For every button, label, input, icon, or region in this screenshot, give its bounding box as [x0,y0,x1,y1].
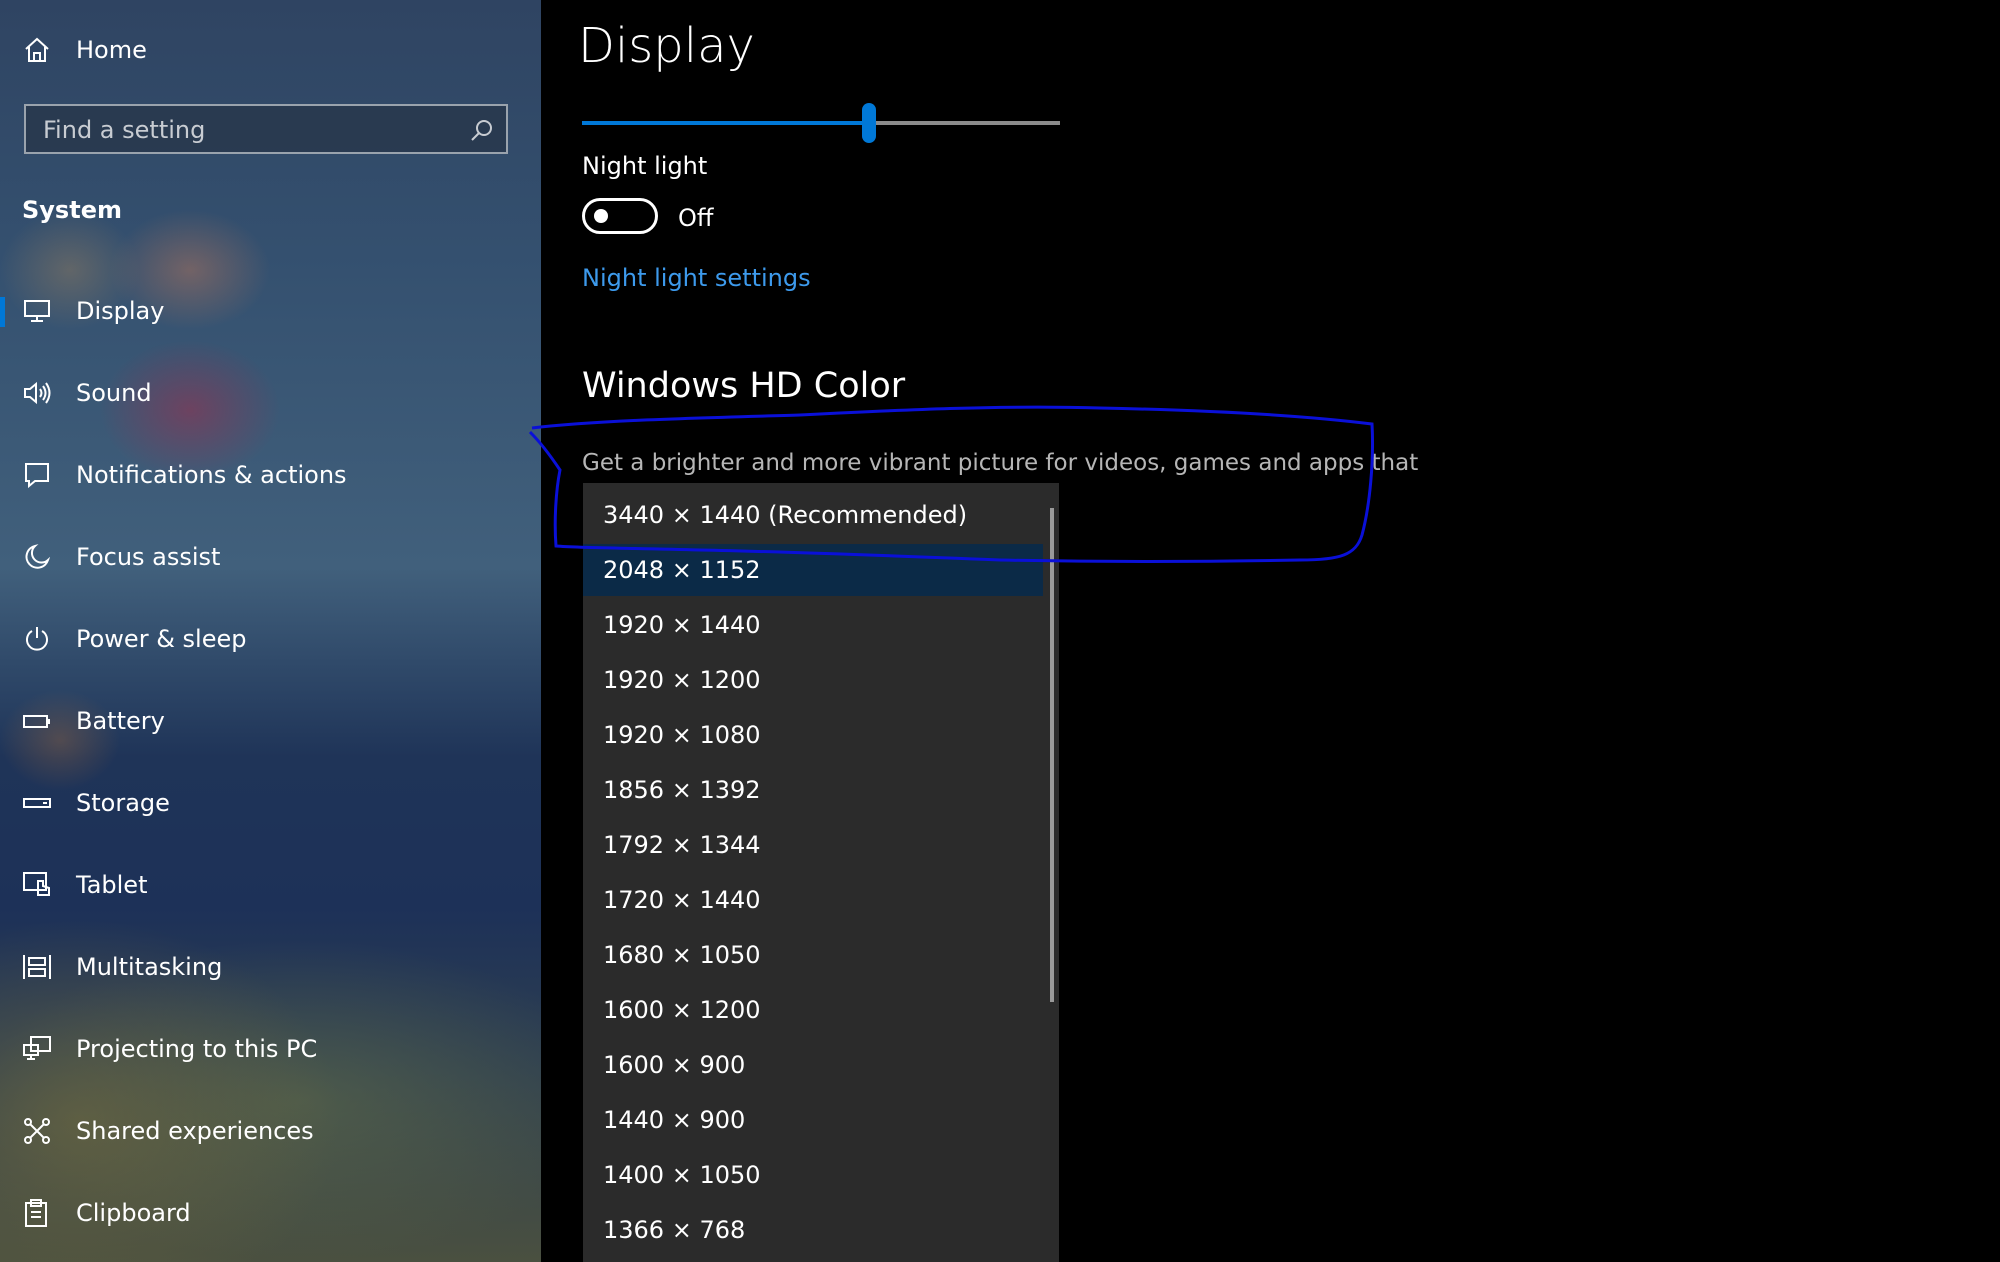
sidebar-item-power-sleep[interactable]: Power & sleep [0,607,541,671]
resolution-option[interactable]: 1400 × 1050 [583,1149,1043,1201]
sidebar-item-shared-experiences[interactable]: Shared experiences [0,1099,541,1163]
night-light-settings-link[interactable]: Night light settings [582,264,811,292]
sidebar-item-battery[interactable]: Battery [0,689,541,753]
home-icon [22,35,52,65]
sidebar-item-focus-assist[interactable]: Focus assist [0,525,541,589]
page-title: Display [578,18,755,74]
resolution-option[interactable]: 1600 × 1200 [583,984,1043,1036]
resolution-option-label: 1366 × 768 [603,1216,746,1244]
resolution-option-label: 1400 × 1050 [603,1161,761,1189]
search-box[interactable] [24,104,508,154]
sidebar-item-notifications[interactable]: Notifications & actions [0,443,541,507]
resolution-option[interactable]: 1366 × 768 [583,1204,1043,1256]
dropdown-scrollbar[interactable] [1050,508,1054,1002]
sidebar-item-label: Shared experiences [76,1117,314,1145]
sidebar-item-label: Tablet [76,871,148,899]
sidebar-item-label: Projecting to this PC [76,1035,318,1063]
brightness-slider[interactable] [582,103,1060,143]
sidebar-item-display[interactable]: Display [0,279,541,343]
night-light-state: Off [678,204,714,232]
sidebar-item-tablet[interactable]: Tablet [0,853,541,917]
resolution-option[interactable]: 1856 × 1392 [583,764,1043,816]
sidebar-item-label: Battery [76,707,165,735]
night-light-label: Night light [582,152,708,180]
home-nav-item[interactable]: Home [0,18,541,82]
brightness-slider-thumb[interactable] [861,103,876,143]
resolution-option-label: 1792 × 1344 [603,831,761,859]
resolution-option[interactable]: 1920 × 1440 [583,599,1043,651]
resolution-option-label: 1600 × 1200 [603,996,761,1024]
resolution-option[interactable]: 1440 × 900 [583,1094,1043,1146]
resolution-option[interactable]: 1920 × 1080 [583,709,1043,761]
sidebar-item-label: Multitasking [76,953,223,981]
projecting-icon [22,1034,52,1064]
sidebar-item-label: Sound [76,379,152,407]
monitor-icon [22,296,52,326]
moon-icon [22,542,52,572]
sidebar-item-storage[interactable]: Storage [0,771,541,835]
resolution-option-label: 1856 × 1392 [603,776,761,804]
tablet-icon [22,870,52,900]
resolution-option[interactable]: 1720 × 1440 [583,874,1043,926]
resolution-option-selected[interactable]: 2048 × 1152 [583,544,1043,596]
resolution-option[interactable]: 1920 × 1200 [583,654,1043,706]
resolution-option-label: 2048 × 1152 [603,556,761,584]
resolution-option-label: 1720 × 1440 [603,886,761,914]
sidebar-item-label: Focus assist [76,543,221,571]
hd-color-heading: Windows HD Color [582,366,906,406]
notification-icon [22,460,52,490]
resolution-option[interactable]: 1600 × 900 [583,1039,1043,1091]
resolution-option-label: 1600 × 900 [603,1051,746,1079]
section-title: System [22,196,122,224]
battery-icon [22,706,52,736]
speaker-icon [22,378,52,408]
sidebar-item-label: Notifications & actions [76,461,347,489]
resolution-option-label: 1680 × 1050 [603,941,761,969]
sidebar-item-label: Storage [76,789,170,817]
toggle-knob [594,209,608,223]
search-icon[interactable] [470,118,494,146]
sidebar-item-label: Clipboard [76,1199,191,1227]
resolution-dropdown-list[interactable]: 3440 × 1440 (Recommended) 2048 × 1152 19… [583,483,1059,1262]
resolution-option-label: 1440 × 900 [603,1106,746,1134]
hd-color-description: Get a brighter and more vibrant picture … [582,450,1419,476]
resolution-option[interactable]: 1680 × 1050 [583,929,1043,981]
sidebar-item-multitasking[interactable]: Multitasking [0,935,541,999]
night-light-toggle[interactable] [582,198,658,234]
multitasking-icon [22,952,52,982]
resolution-option-label: 1920 × 1440 [603,611,761,639]
sidebar-item-label: Display [76,297,165,325]
brightness-slider-fill [582,121,869,125]
resolution-option-label: 1920 × 1200 [603,666,761,694]
sidebar: Home System Display Sound [0,0,541,1262]
resolution-option[interactable]: 3440 × 1440 (Recommended) [583,489,1043,541]
resolution-option-label: 1920 × 1080 [603,721,761,749]
storage-icon [22,788,52,818]
resolution-option-label: 3440 × 1440 (Recommended) [603,501,968,529]
sidebar-item-clipboard[interactable]: Clipboard [0,1181,541,1245]
search-input[interactable] [26,106,465,154]
sidebar-item-label: Power & sleep [76,625,247,653]
sidebar-item-sound[interactable]: Sound [0,361,541,425]
power-icon [22,624,52,654]
resolution-option[interactable]: 1792 × 1344 [583,819,1043,871]
home-label: Home [76,36,147,64]
sidebar-item-projecting[interactable]: Projecting to this PC [0,1017,541,1081]
clipboard-icon [22,1198,52,1228]
shared-experiences-icon [22,1116,52,1146]
